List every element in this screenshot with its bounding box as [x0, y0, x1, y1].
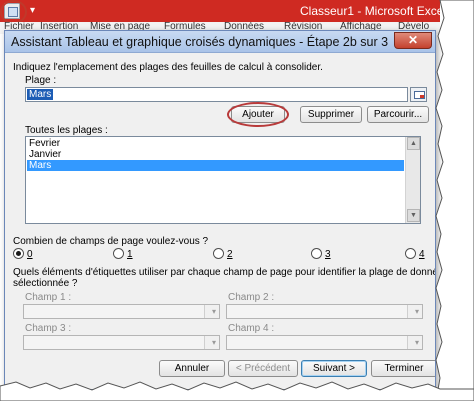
field4-combo[interactable]: ▾	[226, 335, 423, 350]
field1-label: Champ 1 :	[25, 292, 72, 303]
page-field-label-2: 2	[227, 249, 233, 260]
page-field-label-1: 1	[127, 249, 133, 260]
chevron-down-icon: ▾	[414, 338, 419, 347]
range-label: Plage :	[25, 75, 57, 86]
list-item[interactable]: Janvier	[27, 149, 404, 160]
list-item-selected[interactable]: Mars	[27, 160, 404, 171]
torn-edge-right	[435, 0, 474, 401]
scroll-down-icon[interactable]: ▼	[407, 209, 420, 222]
close-button[interactable]: ✕	[394, 32, 432, 49]
chevron-down-icon: ▾	[414, 307, 419, 316]
page-fields-question: Combien de champs de page voulez-vous ?	[13, 236, 209, 247]
field4-label: Champ 4 :	[228, 323, 275, 334]
range-input-value: Mars	[27, 89, 54, 100]
all-ranges-label: Toutes les plages :	[25, 125, 108, 136]
torn-edge-bottom	[0, 381, 474, 401]
next-button[interactable]: Suivant >	[301, 360, 367, 377]
chevron-down-icon: ▾	[211, 338, 216, 347]
close-icon: ✕	[407, 33, 419, 47]
excel-window-title: Classeur1 - Microsoft Excel	[300, 4, 447, 18]
page-field-radio-1[interactable]	[113, 248, 124, 259]
labels-question-line2: sélectionnée ?	[13, 278, 78, 289]
range-input[interactable]: Mars	[25, 87, 408, 102]
scroll-up-icon[interactable]: ▲	[407, 137, 420, 150]
delete-button[interactable]: Supprimer	[300, 106, 362, 123]
dialog-title: Assistant Tableau et graphique croisés d…	[11, 35, 389, 49]
field1-combo[interactable]: ▾	[23, 304, 220, 319]
field3-label: Champ 3 :	[25, 323, 72, 334]
browse-button[interactable]: Parcourir...	[367, 106, 429, 123]
page-field-label-4: 4	[419, 249, 425, 260]
page-field-label-0: 0	[27, 249, 33, 260]
page-field-radio-0[interactable]	[13, 248, 24, 259]
all-ranges-list[interactable]: Fevrier Janvier Mars ▲ ▼	[25, 136, 421, 224]
qat-highlight-circle	[0, 0, 27, 24]
list-item[interactable]: Fevrier	[27, 138, 404, 149]
labels-question-line1: Quels éléments d'étiquettes utiliser par…	[13, 267, 436, 278]
collapse-dialog-icon[interactable]	[410, 87, 427, 102]
qat-dropdown-icon[interactable]: ▾	[30, 5, 35, 16]
page-field-radio-2[interactable]	[213, 248, 224, 259]
add-button-highlight-circle	[227, 102, 289, 127]
field2-label: Champ 2 :	[228, 292, 275, 303]
field3-combo[interactable]: ▾	[23, 335, 220, 350]
previous-button[interactable]: < Précédent	[228, 360, 298, 377]
page-field-radio-3[interactable]	[311, 248, 322, 259]
page-field-label-3: 3	[325, 249, 331, 260]
finish-button[interactable]: Terminer	[371, 360, 435, 377]
page-field-radio-4[interactable]	[405, 248, 416, 259]
list-scrollbar[interactable]: ▲ ▼	[405, 137, 420, 223]
pivot-wizard-dialog: Assistant Tableau et graphique croisés d…	[4, 30, 436, 390]
cancel-button[interactable]: Annuler	[159, 360, 225, 377]
chevron-down-icon: ▾	[211, 307, 216, 316]
instruction-text: Indiquez l'emplacement des plages des fe…	[13, 62, 323, 73]
field2-combo[interactable]: ▾	[226, 304, 423, 319]
